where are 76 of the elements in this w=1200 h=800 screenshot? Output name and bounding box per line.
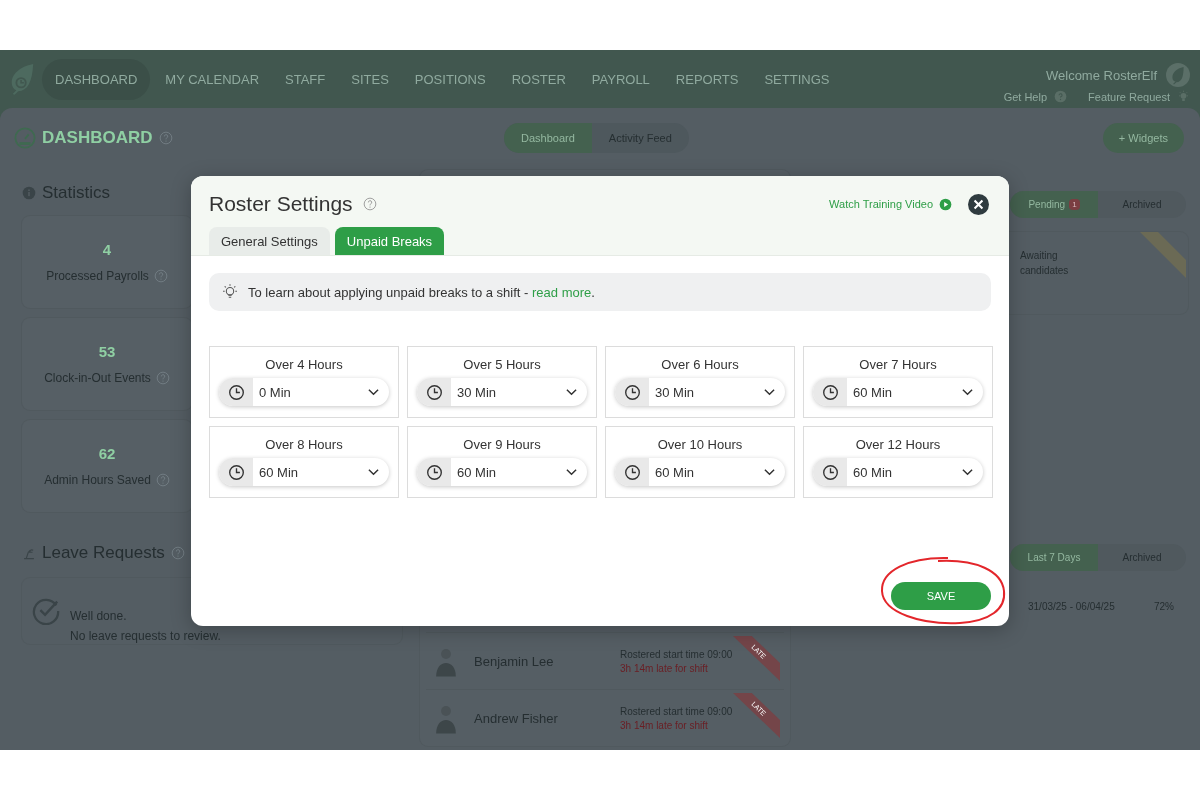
help-icon[interactable] bbox=[158, 131, 173, 145]
help-icon[interactable] bbox=[170, 546, 185, 560]
break-label: Over 9 Hours bbox=[463, 437, 541, 452]
feature-request-link[interactable]: Feature Request bbox=[1088, 90, 1170, 103]
nav-item[interactable]: ROSTER bbox=[500, 58, 577, 100]
duration-select[interactable]: 30 Min bbox=[615, 378, 785, 406]
nav-item[interactable]: STAFF bbox=[274, 58, 337, 100]
clock-icon bbox=[227, 463, 245, 481]
clock-icon bbox=[623, 383, 641, 401]
chevron-down-icon bbox=[764, 468, 775, 476]
leaf-avatar-icon[interactable] bbox=[1166, 63, 1190, 87]
clock-icon bbox=[623, 463, 641, 481]
count-badge: 1 bbox=[1069, 199, 1080, 210]
page-title: DASHBOARD bbox=[42, 128, 153, 148]
settings-tab[interactable]: General Settings bbox=[209, 227, 330, 255]
status-tab[interactable]: Pending 1 bbox=[1010, 191, 1098, 218]
dialog-title: Roster Settings bbox=[209, 192, 353, 216]
stat-value: 62 bbox=[98, 445, 116, 462]
lightbulb-icon bbox=[221, 283, 239, 301]
view-tab[interactable]: Dashboard bbox=[504, 123, 592, 153]
duration-select[interactable]: 60 Min bbox=[219, 458, 389, 486]
clock-icon bbox=[425, 463, 443, 481]
chevron-down-icon bbox=[368, 468, 379, 476]
save-button[interactable]: SAVE bbox=[891, 582, 991, 610]
break-label: Over 7 Hours bbox=[859, 357, 937, 372]
break-label: Over 6 Hours bbox=[661, 357, 739, 372]
close-icon[interactable] bbox=[968, 193, 989, 215]
get-help-link[interactable]: Get Help bbox=[1003, 90, 1048, 103]
info-text: To learn about applying unpaid breaks to a shift - read more. bbox=[248, 284, 595, 300]
lightbulb-icon bbox=[1177, 90, 1190, 103]
break-label: Over 12 Hours bbox=[855, 437, 941, 452]
late-status: 3h 14m late for shift bbox=[620, 719, 709, 731]
nav-item[interactable]: DASHBOARD bbox=[42, 58, 151, 100]
help-icon[interactable] bbox=[155, 371, 170, 385]
help-icon[interactable] bbox=[153, 269, 168, 283]
stat-value: 4 bbox=[102, 241, 112, 258]
chevron-down-icon bbox=[764, 388, 775, 396]
break-label: Over 8 Hours bbox=[265, 437, 343, 452]
nav-item[interactable]: POSITIONS bbox=[403, 58, 497, 100]
nav-item[interactable]: SETTINGS bbox=[753, 58, 841, 100]
period-tab[interactable]: Last 7 Days bbox=[1010, 544, 1098, 571]
duration-select[interactable]: 60 Min bbox=[813, 378, 983, 406]
help-icon[interactable] bbox=[362, 197, 377, 211]
late-status: 3h 14m late for shift bbox=[620, 662, 709, 674]
check-circle-icon bbox=[32, 597, 60, 625]
nav-item[interactable]: SITES bbox=[340, 58, 400, 100]
duration-select[interactable]: 30 Min bbox=[417, 378, 587, 406]
help-icon[interactable] bbox=[1054, 90, 1068, 103]
help-icon[interactable] bbox=[155, 473, 170, 487]
nav-item[interactable]: PAYROLL bbox=[580, 58, 661, 100]
nav-item[interactable]: MY CALENDAR bbox=[154, 58, 271, 100]
chevron-down-icon bbox=[566, 388, 577, 396]
duration-select[interactable]: 60 Min bbox=[417, 458, 587, 486]
chevron-down-icon bbox=[368, 388, 379, 396]
training-video-link[interactable]: Watch Training Video bbox=[829, 198, 933, 210]
duration-select[interactable]: 0 Min bbox=[219, 378, 389, 406]
welcome-text: Welcome RosterElf bbox=[1046, 67, 1157, 83]
break-label: Over 4 Hours bbox=[265, 357, 343, 372]
clock-icon bbox=[821, 383, 839, 401]
clock-icon bbox=[227, 383, 245, 401]
play-icon[interactable] bbox=[939, 197, 952, 211]
break-label: Over 10 Hours bbox=[657, 437, 743, 452]
add-widgets-button[interactable]: + Widgets bbox=[1102, 123, 1184, 153]
nav-item[interactable]: REPORTS bbox=[664, 58, 750, 100]
info-icon bbox=[22, 186, 36, 200]
chevron-down-icon bbox=[566, 468, 577, 476]
clock-icon bbox=[821, 463, 839, 481]
chevron-down-icon bbox=[962, 388, 973, 396]
clock-icon bbox=[425, 383, 443, 401]
chevron-down-icon bbox=[962, 468, 973, 476]
settings-tab[interactable]: Unpaid Breaks bbox=[334, 227, 445, 255]
stat-value: 53 bbox=[98, 343, 116, 360]
duration-select[interactable]: 60 Min bbox=[615, 458, 785, 486]
break-label: Over 5 Hours bbox=[463, 357, 541, 372]
duration-select[interactable]: 60 Min bbox=[813, 458, 983, 486]
corner-ribbon bbox=[1140, 232, 1186, 278]
